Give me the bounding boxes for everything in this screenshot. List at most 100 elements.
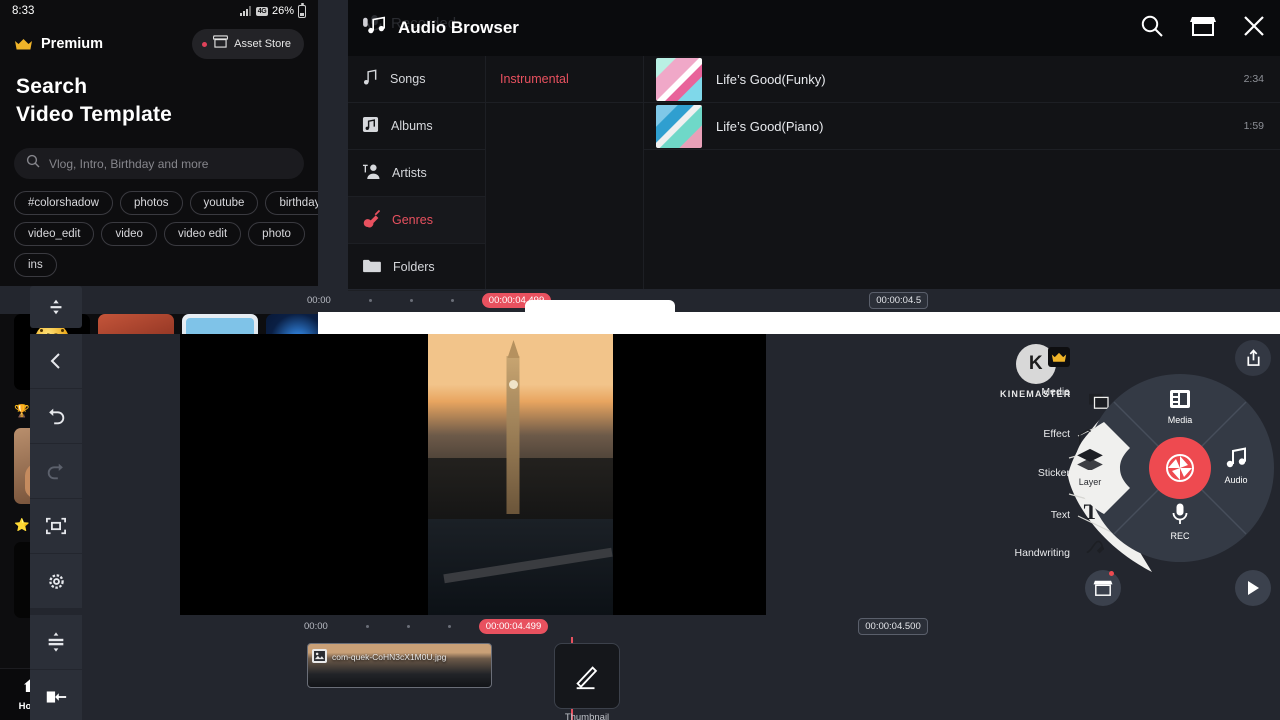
thumbnail-button[interactable] [554,643,620,709]
audio-subcategory-instrumental[interactable]: Instrumental [486,56,643,103]
track-name: Life’s Good(Funky) [716,71,826,87]
status-indicators: 4G 26% [240,2,306,18]
trim-button[interactable] [30,670,82,720]
store-icon [1093,580,1113,596]
video-preview[interactable]: K KINEMASTER [82,334,1070,615]
asset-store-button[interactable] [1085,570,1121,606]
store-icon[interactable] [1190,15,1216,42]
timeline[interactable]: 00:00 00:00:04.499 00:00:04.500 com-quek… [82,615,1280,720]
clip-filename: com-quek-CoHN3cX1M0U.jpg [332,652,447,662]
battery-icon [298,2,306,18]
signal-icon [240,6,252,16]
total-duration-badge: 00:00:04.500 [858,617,928,635]
audio-note-icon [362,15,388,42]
search-icon [26,154,40,173]
tag-chip[interactable]: youtube [189,191,259,216]
audio-browser-modal: Recorded Audio Browser Songs Albums Arti… [348,0,1280,291]
wheel-audio-button[interactable]: Audio [1208,446,1264,485]
tag-chip[interactable]: birthday [265,191,318,216]
preview-image [428,334,613,615]
total-duration-badge: 00:00:04.5 [869,291,929,309]
split-button[interactable] [30,615,82,670]
wheel-layer-button[interactable]: Layer [1062,448,1118,487]
playhead-time-badge: 00:00:04.499 [478,618,549,634]
ruler-tick [406,624,410,628]
guitar-icon [362,209,381,231]
fullscreen-preview-button[interactable] [30,499,82,554]
ruler-tick [365,624,369,628]
wheel-dial: Layer Media Audio REC [1074,374,1274,562]
preview-canvas: K KINEMASTER [180,334,1070,615]
audio-category-songs[interactable]: Songs [348,56,485,103]
timeline-ruler-top[interactable]: 00:00 00:00:04.499 00:00:04.5 [85,286,962,314]
search-icon[interactable] [1140,14,1164,43]
asset-store-button[interactable]: Asset Store [192,29,304,59]
wheel-rec-label: REC [1170,531,1190,541]
notification-dot [1109,571,1114,576]
audio-note-icon [1208,446,1264,472]
folder-icon [362,258,381,276]
page-title-line2: Video Template [16,102,173,126]
wheel-layer-label: Layer [1078,477,1102,487]
audio-category-artists[interactable]: Artists [348,150,485,197]
star-icon: ⭐ [14,518,30,533]
audio-category-genres[interactable]: Genres [348,197,485,244]
audio-browser-header: Recorded Audio Browser [348,0,1280,56]
play-button[interactable] [1235,570,1271,606]
tag-chip[interactable]: ins [14,253,57,278]
tag-chip[interactable]: photos [119,191,183,216]
layers-icon [1076,448,1104,474]
capture-icon [1166,454,1194,482]
image-clip-icon [312,649,327,663]
tag-chip[interactable]: video [101,222,157,247]
ruler-tick [368,298,372,302]
audio-track-row[interactable]: Life’s Good(Piano) 1:59 [644,103,1280,150]
back-button[interactable] [30,334,82,389]
store-icon [212,35,230,53]
premium-button[interactable]: Premium [14,36,103,52]
close-icon[interactable] [1242,14,1266,43]
artist-icon [362,163,380,183]
ruler-start-label: 00:00 [307,294,331,306]
track-duration: 1:59 [1243,120,1264,132]
network-type-icon: 4G [256,6,268,16]
tag-chip[interactable]: video edit [163,222,242,247]
settings-button[interactable] [30,554,82,609]
capture-button[interactable] [1149,437,1211,499]
audio-category-list: Songs Albums Artists Genres Folders [348,56,486,291]
tag-chip[interactable]: photo [248,222,305,247]
add-media-button[interactable] [30,286,82,328]
tag-chip[interactable]: #colorshadow [14,191,113,216]
search-input[interactable]: Vlog, Intro, Birthday and more [14,148,304,180]
audio-browser-title-text: Audio Browser [398,18,519,37]
preview-clocktower [506,356,520,514]
tag-chip[interactable]: video_edit [14,222,95,247]
album-art [656,57,702,101]
audio-track-row[interactable]: Life’s Good(Funky) 2:34 [644,56,1280,103]
premium-label: Premium [41,36,104,52]
timeline-clip[interactable]: com-quek-CoHN3cX1M0U.jpg [307,643,492,688]
search-placeholder: Vlog, Intro, Birthday and more [49,156,209,171]
ruler-tick [450,298,454,302]
media-folder-icon [1152,388,1208,412]
wheel-rec-button[interactable]: REC [1152,502,1208,541]
audio-category-folders[interactable]: Folders [348,244,485,291]
notification-dot [202,41,208,47]
music-note-icon [362,69,378,89]
editor-action-wheel: Media Effect Sticker Text Handwriting FX… [984,334,1280,615]
share-button[interactable] [1235,340,1271,376]
crown-icon [14,38,33,51]
audio-browser-body: Songs Albums Artists Genres Folders Inst… [348,56,1280,291]
album-art [656,104,702,148]
track-duration: 2:34 [1243,73,1264,85]
redo-button[interactable] [30,444,82,499]
ruler-tick [447,624,451,628]
album-icon [362,116,379,136]
asset-store-label: Asset Store [234,38,291,50]
audio-category-albums[interactable]: Albums [348,103,485,150]
wheel-media-button[interactable]: Media [1152,388,1208,425]
timeline-ruler-bottom[interactable]: 00:00 00:00:04.499 00:00:04.500 [82,615,1280,637]
audio-browser-title: Audio Browser [362,15,519,42]
undo-button[interactable] [30,389,82,444]
microphone-icon [1152,502,1208,528]
